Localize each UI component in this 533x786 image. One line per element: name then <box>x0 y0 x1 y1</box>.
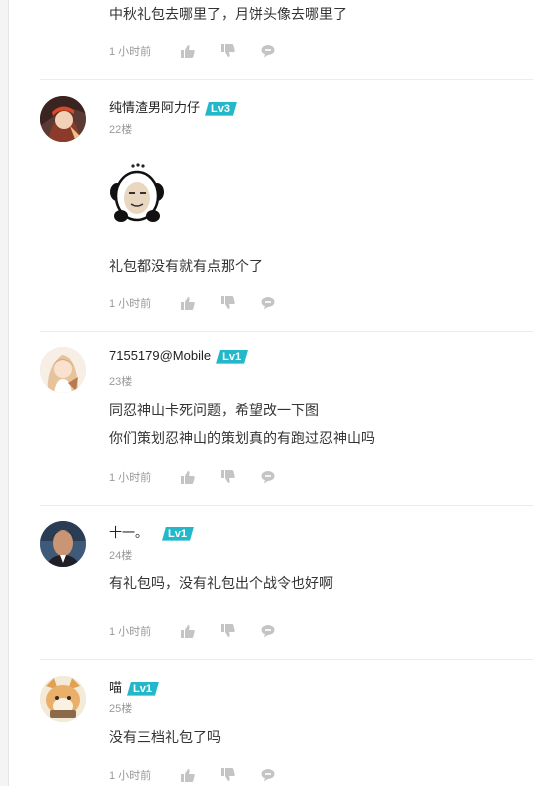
dislike-button[interactable] <box>221 469 261 485</box>
dislike-button[interactable] <box>221 43 261 59</box>
thumb-up-icon <box>181 471 195 484</box>
username[interactable]: 纯情渣男阿力仔 <box>109 100 200 115</box>
dislike-button[interactable] <box>221 767 261 783</box>
comment-bubble-icon <box>261 45 275 58</box>
floor-number: 24楼 <box>109 550 133 562</box>
comment-bubble-icon <box>261 769 275 782</box>
avatar[interactable] <box>40 347 86 393</box>
thumb-down-icon <box>221 44 235 57</box>
like-button[interactable] <box>181 43 221 59</box>
comment-text: 中秋礼包去哪里了，月饼头像去哪里了 <box>109 6 347 22</box>
left-border <box>0 0 9 786</box>
like-button[interactable] <box>181 623 221 639</box>
level-badge: Lv1 <box>216 350 248 364</box>
avatar[interactable] <box>40 96 86 142</box>
comment-bubble-icon <box>261 297 275 310</box>
reply-button[interactable] <box>261 295 301 311</box>
avatar-image <box>40 347 86 393</box>
panda-meme-sticker <box>109 162 165 224</box>
username-row: 十一。 Lv1 <box>109 522 194 541</box>
thumb-up-icon <box>181 625 195 638</box>
comment-meta: 1 小时前 <box>109 767 301 783</box>
reply-button[interactable] <box>261 767 301 783</box>
comment-time: 1 小时前 <box>109 46 152 58</box>
comment-time: 1 小时前 <box>109 298 152 310</box>
comment-meta: 1 小时前 <box>109 469 301 485</box>
username-row: 7155179@Mobile Lv1 <box>109 348 248 364</box>
comment-time: 1 小时前 <box>109 472 152 484</box>
comment-text: 没有三档礼包了吗 <box>109 729 221 745</box>
avatar-image <box>40 521 86 567</box>
floor-number: 22楼 <box>109 124 133 136</box>
username[interactable]: 7155179@Mobile <box>109 348 211 363</box>
comment-text-line-1: 同忍神山卡死问题，希望改一下图 <box>109 402 319 418</box>
dislike-button[interactable] <box>221 623 261 639</box>
username[interactable]: 喵 <box>109 680 122 695</box>
comment-divider <box>40 331 533 332</box>
like-button[interactable] <box>181 767 221 783</box>
comment-divider <box>40 79 533 80</box>
comment-meta: 1 小时前 <box>109 43 301 59</box>
comment-time: 1 小时前 <box>109 626 152 638</box>
avatar-image <box>40 676 86 722</box>
thumb-up-icon <box>181 45 195 58</box>
comment-divider <box>40 659 533 660</box>
thumb-down-icon <box>221 296 235 309</box>
thumb-up-icon <box>181 297 195 310</box>
reply-button[interactable] <box>261 469 301 485</box>
username[interactable]: 十一。 <box>109 525 148 540</box>
username-row: 喵 Lv1 <box>109 677 159 696</box>
dislike-button[interactable] <box>221 295 261 311</box>
comment-meta: 1 小时前 <box>109 295 301 311</box>
comment-divider <box>40 505 533 506</box>
thumb-down-icon <box>221 470 235 483</box>
level-badge: Lv1 <box>127 682 159 696</box>
like-button[interactable] <box>181 469 221 485</box>
reply-button[interactable] <box>261 43 301 59</box>
comment-time: 1 小时前 <box>109 770 152 782</box>
avatar-image <box>40 96 86 142</box>
thumb-up-icon <box>181 769 195 782</box>
level-badge: Lv3 <box>205 102 237 116</box>
reply-button[interactable] <box>261 623 301 639</box>
floor-number: 23楼 <box>109 376 133 388</box>
comment-bubble-icon <box>261 625 275 638</box>
floor-number: 25楼 <box>109 703 133 715</box>
comment-meta: 1 小时前 <box>109 623 301 639</box>
thumb-down-icon <box>221 624 235 637</box>
level-badge: Lv1 <box>162 527 194 541</box>
username-row: 纯情渣男阿力仔 Lv3 <box>109 97 237 116</box>
comment-text: 礼包都没有就有点那个了 <box>109 258 263 274</box>
thumb-down-icon <box>221 768 235 781</box>
avatar[interactable] <box>40 676 86 722</box>
avatar[interactable] <box>40 521 86 567</box>
comment-bubble-icon <box>261 471 275 484</box>
comment-text: 有礼包吗，没有礼包出个战令也好啊 <box>109 575 333 591</box>
like-button[interactable] <box>181 295 221 311</box>
comment-text-line-2: 你们策划忍神山的策划真的有跑过忍神山吗 <box>109 430 375 446</box>
